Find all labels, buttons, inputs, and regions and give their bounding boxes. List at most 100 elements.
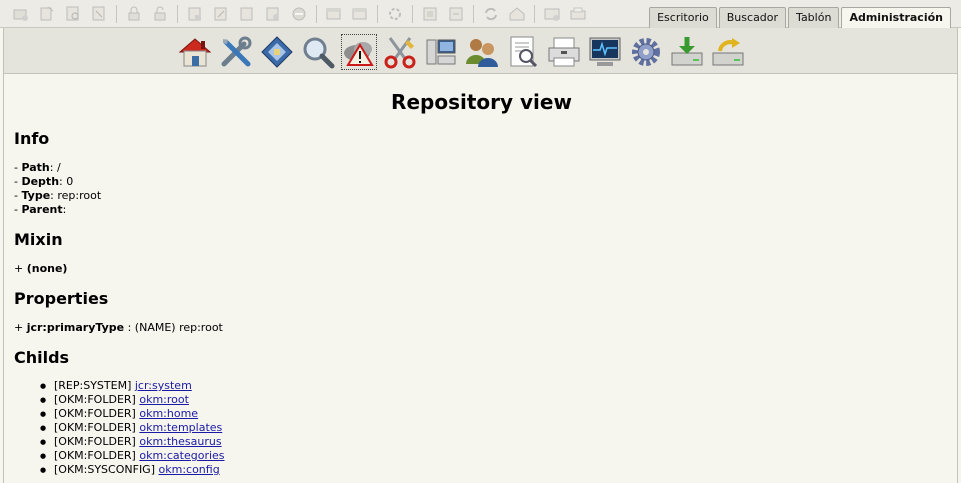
view-tabs: Escritorio Buscador Tablón Administració… <box>647 7 951 28</box>
info-type: - Type: rep:root <box>14 189 102 202</box>
scissors-icon <box>384 37 416 69</box>
main-toolbar: Escritorio Buscador Tablón Administració… <box>0 0 961 28</box>
admin-printer-button[interactable] <box>546 34 582 70</box>
computers-icon <box>426 39 456 65</box>
toolbar-separator <box>412 5 413 23</box>
child-link[interactable]: okm:thesaurus <box>139 435 221 448</box>
child-link[interactable]: okm:home <box>139 407 198 420</box>
find-document-icon[interactable] <box>90 5 108 23</box>
child-type: [OKM:FOLDER] <box>54 407 136 420</box>
child-type: [OKM:FOLDER] <box>54 393 136 406</box>
depth-value: : 0 <box>59 175 74 188</box>
download-icon[interactable] <box>186 5 204 23</box>
admin-settings-button[interactable] <box>628 34 664 70</box>
tools-icon <box>221 36 252 67</box>
admin-users-button[interactable] <box>464 34 500 70</box>
import-icon <box>671 37 703 66</box>
mixin-line: + (none) <box>14 262 68 275</box>
toolbar-separator <box>316 5 317 23</box>
tab-escritorio[interactable]: Escritorio <box>649 7 717 28</box>
admin-cut-button[interactable] <box>382 34 418 70</box>
admin-report-button[interactable] <box>505 34 541 70</box>
mixin-heading: Mixin <box>14 230 63 249</box>
path-label: Path <box>21 161 50 174</box>
toolbar-separator <box>473 5 474 23</box>
property-name: jcr:primaryType <box>26 321 125 334</box>
child-link[interactable]: okm:templates <box>139 421 222 434</box>
admin-export-button[interactable] <box>710 34 746 70</box>
new-folder-icon[interactable] <box>12 5 30 23</box>
report-icon <box>510 36 538 68</box>
warning-icon <box>344 42 374 66</box>
admin-diamond-button[interactable] <box>259 34 295 70</box>
admin-computers-button[interactable] <box>423 34 459 70</box>
info-depth: - Depth: 0 <box>14 175 74 188</box>
tab-tablon[interactable]: Tablón <box>788 7 840 28</box>
admin-tools-button[interactable] <box>218 34 254 70</box>
list-item: [OKM:FOLDER] okm:templates <box>40 421 225 435</box>
add-property-group-icon[interactable] <box>325 5 343 23</box>
child-type: [OKM:FOLDER] <box>54 421 136 434</box>
monitor-icon <box>589 37 621 66</box>
type-label: Type <box>21 189 51 202</box>
printer-icon <box>548 37 580 67</box>
page-title: Repository view <box>391 90 572 114</box>
tab-buscador[interactable]: Buscador <box>718 7 787 28</box>
remove-property-group-icon[interactable] <box>351 5 369 23</box>
toolbar-separator <box>534 5 535 23</box>
list-item: [OKM:SYSCONFIG] okm:config <box>40 463 225 477</box>
list-item: [REP:SYSTEM] jcr:system <box>40 379 225 393</box>
child-link[interactable]: jcr:system <box>135 379 192 392</box>
tab-administracion[interactable]: Administración <box>841 7 951 28</box>
toolbar-separator <box>177 5 178 23</box>
users-icon <box>466 39 498 67</box>
diamond-icon <box>261 36 293 68</box>
admin-search-button[interactable] <box>300 34 336 70</box>
parent-label: Parent <box>21 203 63 216</box>
list-item: [OKM:FOLDER] okm:home <box>40 407 225 421</box>
subscribe-icon[interactable] <box>421 5 439 23</box>
add-document-icon[interactable] <box>38 5 56 23</box>
scanner-icon[interactable] <box>543 5 561 23</box>
list-item: [OKM:FOLDER] okm:root <box>40 393 225 407</box>
info-path: - Path: / <box>14 161 61 174</box>
depth-label: Depth <box>21 175 60 188</box>
checkout-icon[interactable] <box>264 5 282 23</box>
workflow-icon[interactable] <box>386 5 404 23</box>
path-value: : / <box>49 161 61 174</box>
admin-toolbar <box>3 28 958 74</box>
child-link[interactable]: okm:root <box>139 393 189 406</box>
lock-icon[interactable] <box>125 5 143 23</box>
unsubscribe-icon[interactable] <box>447 5 465 23</box>
childs-heading: Childs <box>14 348 70 367</box>
info-heading: Info <box>14 129 50 148</box>
admin-home-button[interactable] <box>177 34 213 70</box>
childs-list: [REP:SYSTEM] jcr:system [OKM:FOLDER] okm… <box>40 379 225 477</box>
uploader-icon[interactable] <box>569 5 587 23</box>
list-item: [OKM:FOLDER] okm:categories <box>40 449 225 463</box>
home-icon[interactable] <box>508 5 526 23</box>
search-icon <box>303 37 335 69</box>
admin-warning-button[interactable] <box>341 34 377 70</box>
refresh-icon[interactable] <box>482 5 500 23</box>
toolbar-separator <box>116 5 117 23</box>
property-line: + jcr:primaryType : (NAME) rep:root <box>14 321 223 334</box>
property-value: : (NAME) rep:root <box>124 321 223 334</box>
cancel-checkout-icon[interactable] <box>290 5 308 23</box>
admin-import-button[interactable] <box>669 34 705 70</box>
child-link[interactable]: okm:config <box>159 463 220 476</box>
gear-icon <box>632 38 660 66</box>
toolbar-icons <box>8 4 591 24</box>
find-folder-icon[interactable] <box>64 5 82 23</box>
parent-value: : <box>62 203 67 216</box>
edit-icon[interactable] <box>212 5 230 23</box>
child-type: [OKM:FOLDER] <box>54 449 136 462</box>
child-type: [REP:SYSTEM] <box>54 379 132 392</box>
type-value: : rep:root <box>50 189 102 202</box>
checkin-icon[interactable] <box>238 5 256 23</box>
info-parent: - Parent: <box>14 203 67 216</box>
child-type: [OKM:SYSCONFIG] <box>54 463 155 476</box>
unlock-icon[interactable] <box>151 5 169 23</box>
child-link[interactable]: okm:categories <box>139 449 224 462</box>
admin-monitor-button[interactable] <box>587 34 623 70</box>
